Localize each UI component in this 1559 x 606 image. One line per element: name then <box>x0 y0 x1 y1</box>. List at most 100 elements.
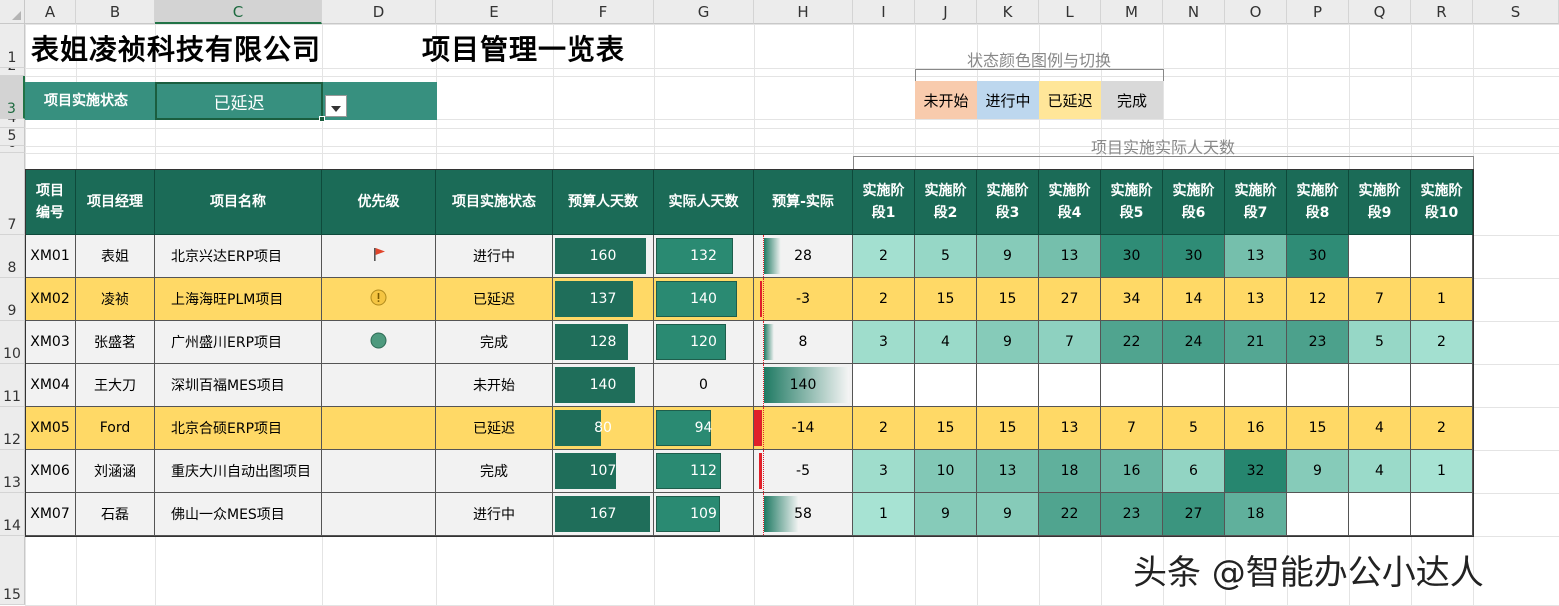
column-header-f[interactable]: F <box>553 0 654 24</box>
actual-cell[interactable]: 140 <box>654 278 754 321</box>
phase-cell-3[interactable]: 9 <box>977 235 1039 278</box>
actual-cell[interactable]: 109 <box>654 493 754 536</box>
phase-cell-4[interactable]: 27 <box>1039 278 1101 321</box>
phase-cell-8[interactable] <box>1287 493 1349 536</box>
column-header-a[interactable]: A <box>25 0 76 24</box>
phase-cell-2[interactable]: 15 <box>915 278 977 321</box>
column-header-r[interactable]: R <box>1411 0 1473 24</box>
phase-cell-9[interactable] <box>1349 364 1411 407</box>
column-header-d[interactable]: D <box>322 0 436 24</box>
phase-cell-2[interactable]: 9 <box>915 493 977 536</box>
row-header-3[interactable]: 3 <box>0 76 25 119</box>
phase-cell-10[interactable] <box>1411 493 1473 536</box>
phase-cell-7[interactable]: 32 <box>1225 450 1287 493</box>
column-header-j[interactable]: J <box>915 0 977 24</box>
phase-cell-4[interactable]: 7 <box>1039 321 1101 364</box>
row-header-10[interactable]: 10 <box>0 321 25 364</box>
phase-cell-3[interactable]: 9 <box>977 321 1039 364</box>
phase-cell-3[interactable] <box>977 364 1039 407</box>
phase-cell-6[interactable]: 30 <box>1163 235 1225 278</box>
project-id-cell[interactable]: XM03 <box>25 321 76 364</box>
phase-cell-4[interactable]: 13 <box>1039 407 1101 450</box>
phase-cell-5[interactable]: 7 <box>1101 407 1163 450</box>
phase-cell-2[interactable]: 10 <box>915 450 977 493</box>
status-cell[interactable]: 进行中 <box>436 235 553 278</box>
diff-cell[interactable]: -3 <box>754 278 853 321</box>
phase-cell-8[interactable]: 12 <box>1287 278 1349 321</box>
phase-cell-1[interactable]: 2 <box>853 278 915 321</box>
phase-cell-6[interactable] <box>1163 364 1225 407</box>
project-manager-cell[interactable]: Ford <box>76 407 155 450</box>
project-name-cell[interactable]: 佛山一众MES项目 <box>155 493 322 536</box>
phase-cell-6[interactable]: 27 <box>1163 493 1225 536</box>
project-name-cell[interactable]: 上海海旺PLM项目 <box>155 278 322 321</box>
phase-cell-3[interactable]: 15 <box>977 407 1039 450</box>
row-header-6[interactable]: 6 <box>0 146 25 153</box>
priority-cell[interactable] <box>322 364 436 407</box>
phase-cell-10[interactable]: 1 <box>1411 450 1473 493</box>
budget-cell[interactable]: 160 <box>553 235 654 278</box>
budget-cell[interactable]: 80 <box>553 407 654 450</box>
row-header-11[interactable]: 11 <box>0 364 25 407</box>
phase-cell-2[interactable] <box>915 364 977 407</box>
phase-cell-7[interactable]: 13 <box>1225 235 1287 278</box>
actual-cell[interactable]: 120 <box>654 321 754 364</box>
phase-cell-1[interactable]: 2 <box>853 235 915 278</box>
legend-item-3[interactable]: 已延迟 <box>1039 81 1101 119</box>
phase-cell-1[interactable]: 3 <box>853 321 915 364</box>
row-header-4[interactable]: 4 <box>0 119 25 128</box>
project-manager-cell[interactable]: 王大刀 <box>76 364 155 407</box>
project-manager-cell[interactable]: 刘涵涵 <box>76 450 155 493</box>
diff-cell[interactable]: 140 <box>754 364 853 407</box>
diff-cell[interactable]: 8 <box>754 321 853 364</box>
actual-cell[interactable]: 112 <box>654 450 754 493</box>
project-id-cell[interactable]: XM04 <box>25 364 76 407</box>
phase-cell-9[interactable] <box>1349 235 1411 278</box>
project-id-cell[interactable]: XM02 <box>25 278 76 321</box>
column-header-m[interactable]: M <box>1101 0 1163 24</box>
row-header-2[interactable]: 2 <box>0 68 25 76</box>
status-cell[interactable]: 已延迟 <box>436 278 553 321</box>
project-name-cell[interactable]: 北京合硕ERP项目 <box>155 407 322 450</box>
column-header-g[interactable]: G <box>654 0 754 24</box>
row-header-8[interactable]: 8 <box>0 235 25 278</box>
diff-cell[interactable]: 58 <box>754 493 853 536</box>
project-id-cell[interactable]: XM06 <box>25 450 76 493</box>
column-header-c[interactable]: C <box>155 0 322 24</box>
phase-cell-1[interactable] <box>853 364 915 407</box>
row-header-14[interactable]: 14 <box>0 493 25 536</box>
phase-cell-6[interactable]: 6 <box>1163 450 1225 493</box>
budget-cell[interactable]: 167 <box>553 493 654 536</box>
project-id-cell[interactable]: XM01 <box>25 235 76 278</box>
phase-cell-3[interactable]: 9 <box>977 493 1039 536</box>
phase-cell-4[interactable]: 18 <box>1039 450 1101 493</box>
column-header-k[interactable]: K <box>977 0 1039 24</box>
phase-cell-3[interactable]: 13 <box>977 450 1039 493</box>
phase-cell-1[interactable]: 1 <box>853 493 915 536</box>
phase-cell-4[interactable]: 22 <box>1039 493 1101 536</box>
phase-cell-10[interactable]: 2 <box>1411 321 1473 364</box>
phase-cell-8[interactable] <box>1287 364 1349 407</box>
phase-cell-7[interactable]: 21 <box>1225 321 1287 364</box>
column-header-l[interactable]: L <box>1039 0 1101 24</box>
phase-cell-7[interactable]: 16 <box>1225 407 1287 450</box>
phase-cell-7[interactable]: 18 <box>1225 493 1287 536</box>
phase-cell-6[interactable]: 14 <box>1163 278 1225 321</box>
column-header-n[interactable]: N <box>1163 0 1225 24</box>
column-header-i[interactable]: I <box>853 0 915 24</box>
phase-cell-6[interactable]: 5 <box>1163 407 1225 450</box>
phase-cell-8[interactable]: 9 <box>1287 450 1349 493</box>
column-header-h[interactable]: H <box>754 0 853 24</box>
priority-cell[interactable] <box>322 321 436 364</box>
phase-cell-9[interactable]: 7 <box>1349 278 1411 321</box>
phase-cell-10[interactable]: 1 <box>1411 278 1473 321</box>
status-cell[interactable]: 未开始 <box>436 364 553 407</box>
project-name-cell[interactable]: 广州盛川ERP项目 <box>155 321 322 364</box>
legend-item-2[interactable]: 进行中 <box>977 81 1039 119</box>
phase-cell-8[interactable]: 23 <box>1287 321 1349 364</box>
priority-cell[interactable] <box>322 278 436 321</box>
row-header-7[interactable]: 7 <box>0 153 25 235</box>
phase-cell-2[interactable]: 4 <box>915 321 977 364</box>
phase-cell-2[interactable]: 5 <box>915 235 977 278</box>
phase-cell-4[interactable] <box>1039 364 1101 407</box>
